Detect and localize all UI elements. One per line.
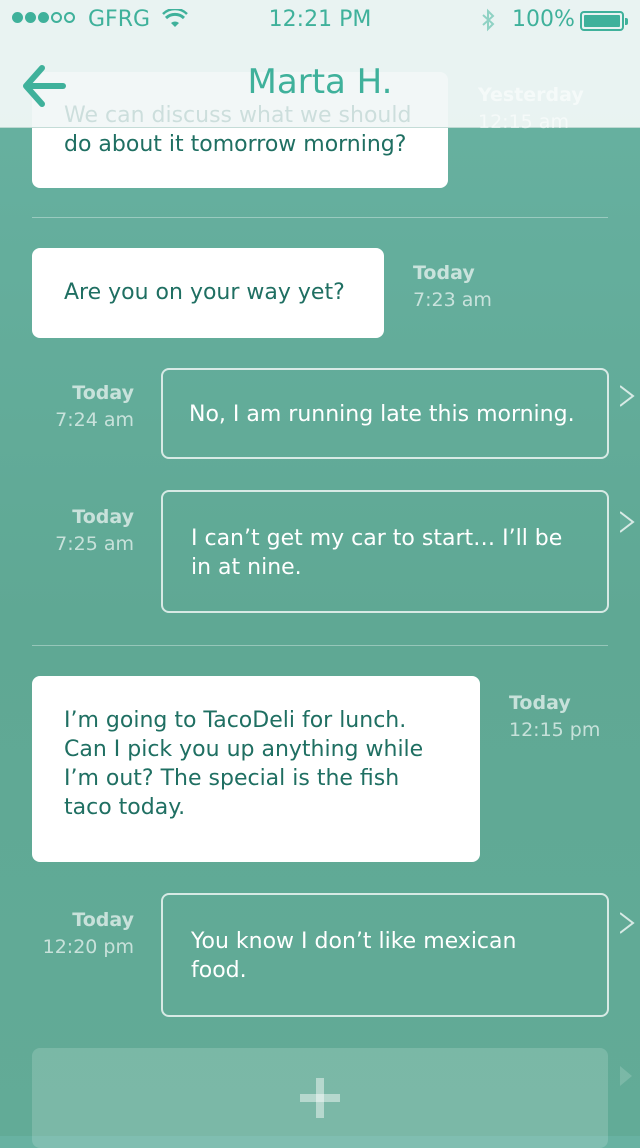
divider <box>32 217 608 218</box>
message-timestamp: Yesterday 12:15 am <box>478 82 584 136</box>
message-timestamp: Today 7:25 am <box>24 504 134 558</box>
message-date: Today <box>72 382 134 404</box>
message-date: Today <box>72 506 134 528</box>
battery-percentage: 100% <box>512 7 575 32</box>
divider <box>32 645 608 646</box>
message-time: 7:24 am <box>55 409 134 431</box>
message-time: 12:15 am <box>478 111 569 133</box>
message-bubble[interactable]: No, I am running late this morning. <box>161 368 635 459</box>
message-date: Today <box>509 692 571 714</box>
message-timestamp: Today 7:23 am <box>413 260 492 314</box>
message-text: I’m going to TacoDeli for lunch. Can I p… <box>64 708 424 820</box>
bluetooth-icon <box>481 8 495 38</box>
message-time: 7:23 am <box>413 289 492 311</box>
status-bar: GFRG 12:21 PM 100% <box>0 0 640 40</box>
battery-icon <box>580 11 628 31</box>
message-time: 12:15 pm <box>509 719 601 741</box>
message-bubble[interactable]: I’m going to TacoDeli for lunch. Can I p… <box>32 676 480 862</box>
message-text: You know I don’t like mexican food. <box>191 929 517 983</box>
message-text: No, I am running late this morning. <box>189 402 575 427</box>
message-time: 7:25 am <box>55 533 134 555</box>
message-date: Yesterday <box>478 84 584 106</box>
message-date: Today <box>413 262 475 284</box>
message-text: do about it tomorrow morning? <box>64 132 407 157</box>
message-date: Today <box>72 909 134 931</box>
plus-icon <box>300 1078 340 1122</box>
message-bubble[interactable]: Are you on your way yet? <box>32 248 384 338</box>
message-timestamp: Today 12:20 pm <box>24 907 134 961</box>
message-text-hidden: We can discuss what we should <box>64 103 412 128</box>
message-text: I can’t get my car to start… I’ll be in … <box>191 526 563 580</box>
compose-button[interactable] <box>32 1048 632 1148</box>
message-bubble[interactable]: I can’t get my car to start… I’ll be in … <box>161 490 635 613</box>
message-timestamp: Today 12:15 pm <box>509 690 600 744</box>
message-timestamp: Today 7:24 am <box>24 380 134 434</box>
message-time: 12:20 pm <box>42 936 134 958</box>
message-text: Are you on your way yet? <box>64 280 345 305</box>
message-bubble[interactable]: You know I don’t like mexican food. <box>161 893 635 1017</box>
